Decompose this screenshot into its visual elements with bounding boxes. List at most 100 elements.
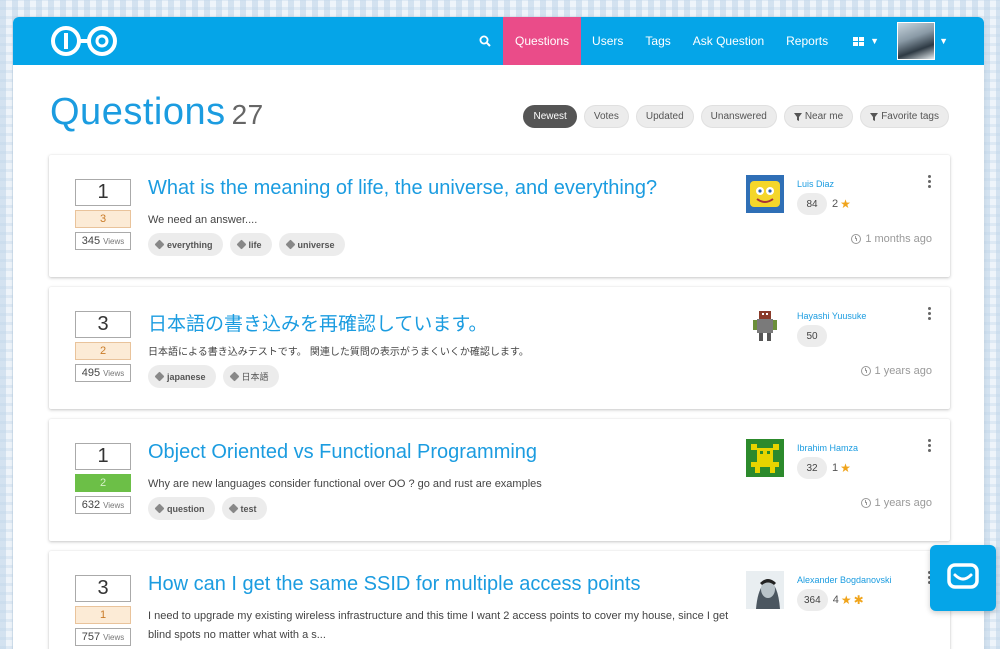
top-nav: Questions Users Tags Ask Question Report… (13, 17, 984, 65)
tag[interactable]: everything (148, 233, 223, 256)
question-title[interactable]: What is the meaning of life, the univers… (148, 177, 657, 200)
badge-icon: ✱ (853, 593, 864, 607)
apps-menu-button[interactable]: ▼ (839, 17, 889, 65)
vote-count: 1 (75, 443, 131, 470)
badges: 4 ★ ✱ (832, 593, 864, 607)
tag[interactable]: universe (278, 233, 345, 256)
view-count: 632 Views (75, 496, 131, 514)
question-card: 1 3 345 Views What is the meaning of life… (49, 155, 950, 277)
vote-count: 1 (75, 179, 131, 206)
question-excerpt: Why are new languages consider functiona… (148, 478, 542, 490)
user-menu-button[interactable]: ▼ (889, 17, 984, 65)
question-excerpt: I need to upgrade my existing wireless i… (148, 610, 729, 641)
tag[interactable]: test (221, 497, 267, 520)
user-name[interactable]: Alexander Bogdanovski (797, 575, 892, 585)
filter-near-me[interactable]: Near me (783, 105, 854, 128)
vote-count: 3 (75, 311, 131, 338)
user-reputation: 364 4 ★ ✱ (797, 589, 864, 611)
tag[interactable]: question (148, 497, 215, 520)
view-count: 757 Views (75, 628, 131, 646)
logo[interactable] (49, 24, 119, 58)
reputation-score: 32 (797, 457, 827, 479)
tag-icon (154, 503, 165, 514)
user-reputation: 50 (797, 325, 827, 347)
grid-icon (853, 36, 865, 46)
reputation-score: 84 (797, 193, 827, 215)
vote-count: 3 (75, 575, 131, 602)
caret-down-icon: ▼ (870, 36, 880, 46)
user-avatar[interactable] (746, 175, 784, 213)
filter-label: Near me (804, 111, 844, 122)
filter-icon (870, 112, 879, 121)
user-name[interactable]: Hayashi Yuusuke (797, 311, 866, 321)
question-excerpt: 日本語による書き込みテストです。 関連した質問の表示がうまくいくか確認します。 (148, 347, 529, 358)
page-title: Questions 27 (50, 91, 264, 133)
filter-icon (793, 112, 802, 121)
nav-ask-question[interactable]: Ask Question (682, 17, 775, 65)
question-time: 1 years ago (860, 497, 932, 509)
tag-icon (229, 371, 239, 382)
answer-count: 2 (75, 342, 131, 360)
nav-tags[interactable]: Tags (634, 17, 681, 65)
nav-users[interactable]: Users (581, 17, 634, 65)
more-options-icon[interactable] (928, 175, 932, 188)
clock-icon (851, 234, 862, 244)
user-avatar[interactable] (746, 571, 784, 609)
question-title[interactable]: Object Oriented vs Functional Programmin… (148, 441, 537, 464)
badges: 1 ★ (832, 461, 851, 475)
filter-updated[interactable]: Updated (635, 105, 694, 128)
more-options-icon[interactable] (928, 307, 932, 320)
user-reputation: 32 1 ★ (797, 457, 851, 479)
star-icon: ★ (840, 197, 851, 211)
tag-icon (154, 371, 165, 382)
question-stats: 1 2 632 Views (75, 443, 131, 514)
avatar (897, 22, 936, 60)
question-stats: 3 2 495 Views (75, 311, 131, 382)
question-excerpt: We need an answer.... (148, 214, 258, 226)
app-frame: Questions Users Tags Ask Question Report… (13, 17, 984, 649)
filter-unanswered[interactable]: Unanswered (700, 105, 777, 128)
tag[interactable]: life (229, 233, 272, 256)
tag-icon (154, 239, 165, 250)
user-avatar[interactable] (746, 439, 784, 477)
question-card: 3 2 495 Views 日本語の書き込みを再確認しています。 日本語による書き… (49, 287, 950, 409)
star-icon: ★ (840, 593, 852, 607)
answer-count: 1 (75, 606, 131, 624)
tag-list: everything life universe (148, 233, 345, 256)
question-stats: 1 3 345 Views (75, 179, 131, 250)
tag[interactable]: japanese (148, 365, 216, 388)
question-card: 1 2 632 Views Object Oriented vs Function… (49, 419, 950, 541)
nav-reports[interactable]: Reports (775, 17, 839, 65)
question-card: 3 1 757 Views How can I get the same SSID… (49, 551, 950, 649)
tag-list: japanese 日本語 (148, 365, 279, 388)
question-stats: 3 1 757 Views (75, 575, 131, 646)
filter-newest[interactable]: Newest (523, 105, 577, 128)
badges: 2 ★ (832, 197, 851, 211)
chat-icon (947, 563, 979, 589)
caret-down-icon: ▼ (939, 36, 948, 46)
user-name[interactable]: Luis Diaz (797, 179, 834, 189)
tag[interactable]: 日本語 (222, 365, 279, 388)
question-count: 27 (231, 99, 264, 130)
filter-favorite-tags[interactable]: Favorite tags (860, 105, 949, 128)
more-options-icon[interactable] (928, 439, 932, 452)
search-button[interactable] (467, 17, 503, 65)
chat-button[interactable] (930, 545, 996, 611)
question-title[interactable]: How can I get the same SSID for multiple… (148, 573, 640, 596)
answer-count: 3 (75, 210, 131, 228)
tag-list: question test (148, 497, 267, 520)
clock-icon (860, 498, 871, 508)
question-title[interactable]: 日本語の書き込みを再確認しています。 (148, 309, 488, 336)
question-time: 1 years ago (860, 365, 932, 377)
question-time: 1 months ago (851, 233, 932, 245)
star-icon: ★ (840, 461, 851, 475)
search-icon (479, 35, 491, 47)
user-avatar[interactable] (746, 307, 784, 345)
filter-votes[interactable]: Votes (583, 105, 629, 128)
view-count: 495 Views (75, 364, 131, 382)
user-name[interactable]: Ibrahim Hamza (797, 443, 858, 453)
sort-filters: Newest Votes Updated Unanswered Near me … (523, 105, 949, 128)
view-count: 345 Views (75, 232, 131, 250)
reputation-score: 364 (797, 589, 828, 611)
nav-questions[interactable]: Questions (503, 17, 582, 65)
